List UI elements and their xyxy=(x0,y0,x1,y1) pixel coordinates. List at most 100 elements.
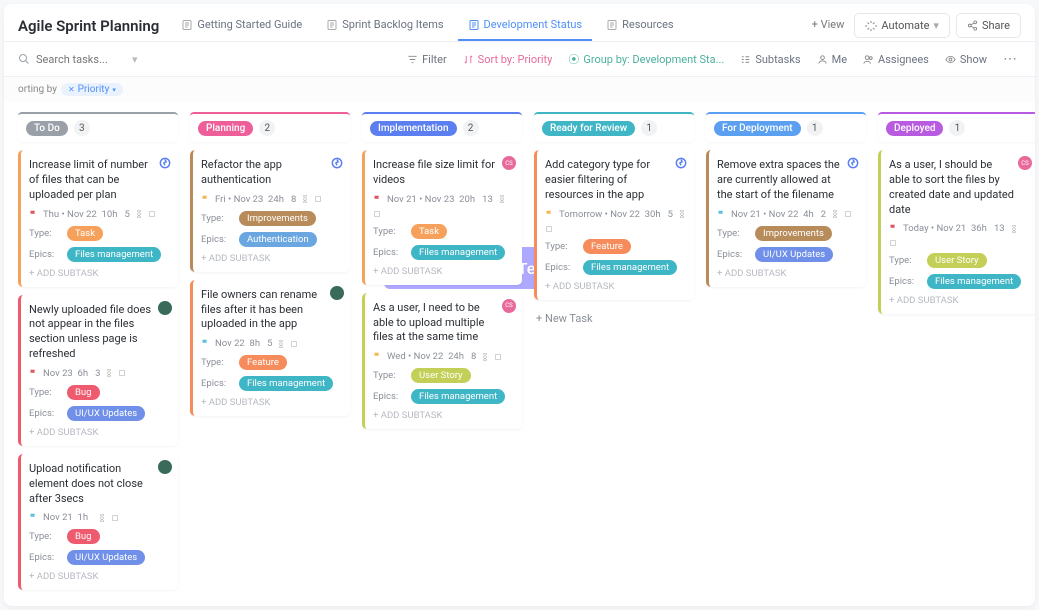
priority-flag-icon[interactable] xyxy=(373,195,382,204)
task-card[interactable]: CS Increase file size limit for videos N… xyxy=(362,150,522,285)
add-subtask-button[interactable]: + ADD SUBTASK xyxy=(29,571,170,582)
status-pill: Deployed xyxy=(886,121,943,136)
column-count: 2 xyxy=(259,120,275,136)
add-subtask-button[interactable]: + ADD SUBTASK xyxy=(373,410,514,421)
group-button[interactable]: ⦿ Group by: Development Sta... xyxy=(564,48,728,70)
priority-flag-icon[interactable] xyxy=(201,195,210,204)
card-meta: Nov 22 8h 5 xyxy=(201,338,342,349)
subtasks-button[interactable]: Subtasks xyxy=(736,50,804,69)
filter-button[interactable]: Filter xyxy=(403,50,451,69)
epic-tag[interactable]: Files management xyxy=(927,274,1021,289)
type-tag[interactable]: User Story xyxy=(927,253,987,268)
add-subtask-button[interactable]: + ADD SUBTASK xyxy=(373,266,514,277)
assignee-avatar[interactable] xyxy=(158,460,172,474)
priority-flag-icon[interactable] xyxy=(201,339,210,348)
chevron-down-icon[interactable]: ▾ xyxy=(132,53,138,66)
add-view-button[interactable]: + View xyxy=(802,10,855,41)
epics-row: Epics: UI/UX Updates xyxy=(29,406,170,421)
column-header[interactable]: Ready for Review1 xyxy=(534,112,694,142)
epic-tag[interactable]: Files management xyxy=(411,245,505,260)
assignee-avatar[interactable]: CS xyxy=(1018,156,1032,170)
priority-flag-icon[interactable] xyxy=(29,210,38,219)
add-subtask-button[interactable]: + ADD SUBTASK xyxy=(29,427,170,438)
type-tag[interactable]: Feature xyxy=(583,239,631,254)
card-title: As a user, I should be able to sort the … xyxy=(889,158,1030,217)
task-card[interactable]: Newly uploaded file does not appear in t… xyxy=(18,295,178,446)
board-column: To Do3 Increase limit of number of files… xyxy=(18,112,178,590)
view-tab[interactable]: Development Status xyxy=(458,10,593,41)
add-subtask-button[interactable]: + ADD SUBTASK xyxy=(29,268,170,279)
type-row: Type: Bug xyxy=(29,529,170,544)
type-tag[interactable]: Improvements xyxy=(239,211,316,226)
assignee-avatar[interactable]: CS xyxy=(502,299,516,313)
priority-flag-icon[interactable] xyxy=(717,210,726,219)
add-subtask-button[interactable]: + ADD SUBTASK xyxy=(201,253,342,264)
assignees-button[interactable]: Assignees xyxy=(859,50,933,69)
doc-icon xyxy=(606,19,618,31)
column-header[interactable]: Planning 2 xyxy=(190,112,350,142)
type-tag[interactable]: Task xyxy=(411,224,447,239)
epic-tag[interactable]: UI/UX Updates xyxy=(67,550,145,565)
card-title: Increase limit of number of files that c… xyxy=(29,158,170,203)
type-row: Type: Feature xyxy=(545,239,686,254)
epic-tag[interactable]: Authentication xyxy=(239,232,317,247)
type-tag[interactable]: Bug xyxy=(67,385,100,400)
column-header[interactable]: Implementation2 xyxy=(362,112,522,142)
task-card[interactable]: CS As a user, I should be able to sort t… xyxy=(878,150,1035,314)
column-header[interactable]: To Do3 xyxy=(18,112,178,142)
list-title[interactable]: Agile Sprint Planning xyxy=(18,17,159,35)
type-tag[interactable]: Improvements xyxy=(755,226,832,241)
automate-button[interactable]: Automate ▾ xyxy=(854,13,950,38)
priority-flag-icon[interactable] xyxy=(545,210,554,219)
epic-tag[interactable]: Files management xyxy=(239,376,333,391)
type-tag[interactable]: Task xyxy=(67,226,103,241)
add-subtask-button[interactable]: + ADD SUBTASK xyxy=(201,397,342,408)
task-card[interactable]: Refactor the app authentication Fri • No… xyxy=(190,150,350,272)
hourglass-icon xyxy=(498,195,506,203)
search-box[interactable]: ▾ xyxy=(18,53,158,66)
sort-button[interactable]: Sort by: Priority xyxy=(459,50,557,69)
view-tab[interactable]: Resources xyxy=(596,10,684,41)
epic-tag[interactable]: Files management xyxy=(411,389,505,404)
view-tab[interactable]: Sprint Backlog Items xyxy=(316,10,453,41)
column-header[interactable]: Deployed1 xyxy=(878,112,1035,142)
more-menu-icon[interactable]: ⋯ xyxy=(999,51,1021,67)
priority-flag-icon[interactable] xyxy=(889,224,898,233)
priority-flag-icon[interactable] xyxy=(373,352,382,361)
card-title: Refactor the app authentication xyxy=(201,158,342,188)
search-input[interactable] xyxy=(36,53,126,66)
type-tag[interactable]: Feature xyxy=(239,355,287,370)
type-row: Type: Bug xyxy=(29,385,170,400)
assignee-avatar[interactable]: CS xyxy=(502,156,516,170)
assignee-avatar[interactable] xyxy=(158,301,172,315)
add-subtask-button[interactable]: + ADD SUBTASK xyxy=(717,268,858,279)
epic-tag[interactable]: Files management xyxy=(67,247,161,262)
task-card[interactable]: Add category type for easier filtering o… xyxy=(534,150,694,300)
me-button[interactable]: Me xyxy=(813,50,851,69)
epic-tag[interactable]: UI/UX Updates xyxy=(755,247,833,262)
view-tab[interactable]: Getting Started Guide xyxy=(171,10,312,41)
column-header[interactable]: For Deployment1 xyxy=(706,112,866,142)
show-button[interactable]: Show xyxy=(941,50,991,69)
close-x-icon[interactable]: ✕ xyxy=(68,85,75,94)
epics-row: Epics: Files management xyxy=(201,376,342,391)
task-card[interactable]: Remove extra spaces the are currently al… xyxy=(706,150,866,287)
epic-tag[interactable]: Files management xyxy=(583,260,677,275)
epics-row: Epics: Files management xyxy=(373,245,514,260)
add-subtask-button[interactable]: + ADD SUBTASK xyxy=(889,295,1030,306)
type-tag[interactable]: User Story xyxy=(411,368,471,383)
task-card[interactable]: File owners can rename files after it ha… xyxy=(190,280,350,417)
priority-flag-icon[interactable] xyxy=(29,369,38,378)
status-pill: Planning xyxy=(198,121,253,136)
add-subtask-button[interactable]: + ADD SUBTASK xyxy=(545,281,686,292)
task-card[interactable]: Increase limit of number of files that c… xyxy=(18,150,178,287)
epic-tag[interactable]: UI/UX Updates xyxy=(67,406,145,421)
sort-chip[interactable]: ✕ Priority ▾ xyxy=(61,83,123,96)
task-card[interactable]: CS As a user, I need to be able to uploa… xyxy=(362,293,522,430)
assignee-avatar[interactable] xyxy=(330,286,344,300)
share-button[interactable]: Share xyxy=(956,13,1021,38)
priority-flag-icon[interactable] xyxy=(29,513,38,522)
new-task-button[interactable]: + New Task xyxy=(534,308,694,329)
type-tag[interactable]: Bug xyxy=(67,529,100,544)
task-card[interactable]: Upload notification element does not clo… xyxy=(18,454,178,591)
